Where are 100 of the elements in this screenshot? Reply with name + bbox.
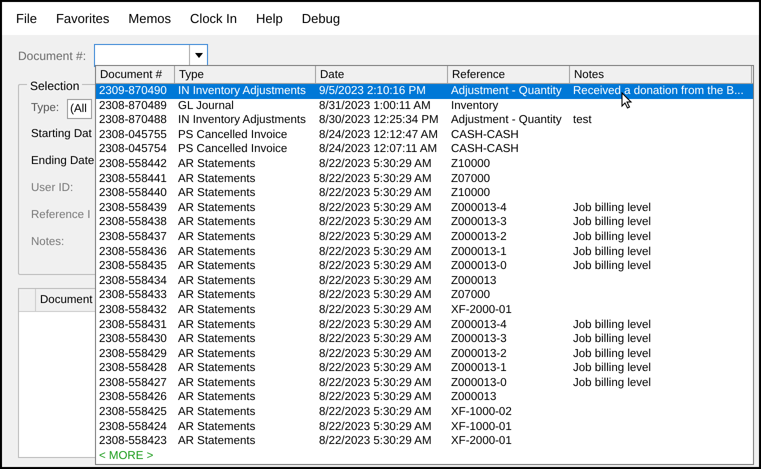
dropdown-row[interactable]: 2308-558426 AR Statements 8/22/2023 5:30:29 AM Z000013 [96, 390, 753, 406]
dropdown-row[interactable]: 2308-558432 AR Statements 8/22/2023 5:30:29 AM XF-2000-01 [96, 302, 753, 318]
column-header[interactable]: Type [175, 66, 316, 83]
table-cell-text: AR Statements [177, 172, 256, 186]
dropdown-row[interactable]: 2309-870490 IN Inventory Adjustments 9/5/2023 2:10:16 PM Adjustment - Quantity Received a donation from the B... [96, 84, 753, 99]
dropdown-row[interactable]: 2308-870489 GL Journal 8/31/2023 1:00:11 AM Inventory [96, 98, 753, 114]
table-cell-text: 2308-558435 [98, 259, 168, 274]
column-header[interactable]: Reference [448, 66, 570, 83]
table-cell-text: Z07000 [450, 172, 492, 186]
menu-item[interactable]: Debug [302, 8, 340, 28]
dropdown-row[interactable]: 2308-558440 AR Statements 8/22/2023 5:30:29 AM Z10000 [96, 186, 753, 201]
table-cell-text: 8/22/2023 5:30:29 AM [318, 376, 433, 390]
table-cell-text: 2308-558439 [98, 200, 168, 216]
table-cell-text: Z000013-3 [450, 215, 508, 230]
table-cell-text: 8/22/2023 5:30:29 AM [318, 318, 433, 332]
dropdown-row[interactable]: 2308-558423 AR Statements 8/22/2023 5:30:29 AM XF-2000-01 [96, 434, 753, 449]
table-cell-text: PS Cancelled Invoice [177, 142, 288, 157]
table-cell-text: Z000013-1 [450, 244, 508, 260]
table-cell-text: Job billing level [572, 318, 652, 332]
dropdown-row[interactable]: 2308-558427 AR Statements 8/22/2023 5:30:29 AM Z000013-0 Job billing level [96, 376, 753, 390]
dropdown-row[interactable]: 2308-558431 AR Statements 8/22/2023 5:30:29 AM Z000013-4 Job billing level [96, 318, 753, 332]
dropdown-row[interactable]: 2308-558434 AR Statements 8/22/2023 5:30:29 AM Z000013 [96, 274, 753, 288]
table-cell-text: AR Statements [177, 376, 256, 390]
dropdown-row[interactable]: 2308-558424 AR Statements 8/22/2023 5:30:29 AM XF-1000-01 [96, 420, 753, 434]
table-cell-text: Z000013-4 [450, 318, 508, 332]
dropdown-row[interactable]: 2308-045755 PS Cancelled Invoice 8/24/2023 12:12:47 AM CASH-CASH [96, 128, 753, 142]
table-cell-text: 8/31/2023 1:00:11 AM [318, 98, 432, 114]
dropdown-row[interactable]: 2308-558425 AR Statements 8/22/2023 5:30:29 AM XF-1000-02 [96, 405, 753, 420]
dropdown-row[interactable]: 2308-558430 AR Statements 8/22/2023 5:30:29 AM Z000013-3 Job billing level [96, 332, 753, 347]
table-cell-text: 2309-870490 [98, 84, 168, 99]
table-cell-text: PS Cancelled Invoice [177, 128, 288, 142]
dropdown-row[interactable]: 2308-558442 AR Statements 8/22/2023 5:30:29 AM Z10000 [96, 156, 753, 172]
table-cell-text: 2308-558428 [98, 361, 168, 376]
table-cell-text: 2308-870489 [98, 98, 168, 114]
table-cell-text: 8/22/2023 5:30:29 AM [318, 244, 433, 260]
table-cell-text: 8/22/2023 5:30:29 AM [318, 172, 433, 186]
table-cell-text: Z07000 [450, 288, 492, 303]
dropdown-row[interactable]: 2308-558429 AR Statements 8/22/2023 5:30:29 AM Z000013-2 Job billing level [96, 346, 753, 362]
dropdown-row[interactable]: 2308-558437 AR Statements 8/22/2023 5:30:29 AM Z000013-2 Job billing level [96, 230, 753, 245]
table-cell-text: 8/22/2023 5:30:29 AM [318, 434, 433, 449]
table-cell-text: 2308-558434 [98, 274, 168, 288]
dropdown-row[interactable]: 2308-558438 AR Statements 8/22/2023 5:30:29 AM Z000013-3 Job billing level [96, 215, 753, 230]
table-cell-text: 2308-558426 [98, 390, 168, 406]
table-cell-text: 2308-558440 [98, 186, 168, 201]
table-cell-text: 8/22/2023 5:30:29 AM [318, 420, 433, 434]
table-cell-text: 8/22/2023 5:30:29 AM [318, 288, 433, 303]
table-cell-text: 2308-558429 [98, 346, 168, 362]
table-cell-text: Adjustment - Quantity [450, 84, 563, 99]
dropdown-row[interactable]: 2308-558428 AR Statements 8/22/2023 5:30:29 AM Z000013-1 Job billing level [96, 361, 753, 376]
table-cell-text: Job billing level [572, 215, 652, 230]
table-cell-text: 8/30/2023 12:25:34 PM [318, 113, 440, 128]
table-cell-text: AR Statements [177, 302, 256, 318]
dropdown-row[interactable]: 2308-558435 AR Statements 8/22/2023 5:30:29 AM Z000013-0 Job billing level [96, 259, 753, 274]
table-cell-text: AR Statements [177, 318, 256, 332]
table-cell-text: 2308-558433 [98, 288, 168, 303]
table-cell-text: Z000013-0 [450, 259, 508, 274]
field-label: Starting Dat [31, 127, 92, 142]
more-link[interactable]: < MORE > [96, 448, 154, 464]
table-cell-text: XF-2000-01 [450, 434, 513, 449]
table-cell-text: 2308-558437 [98, 230, 168, 245]
column-header[interactable]: Document [36, 289, 92, 311]
menu-item[interactable]: Memos [128, 8, 172, 28]
dropdown-row[interactable]: 2308-558441 AR Statements 8/22/2023 5:30:29 AM Z07000 [96, 172, 753, 186]
table-cell-text: Inventory [450, 98, 500, 114]
dropdown-row[interactable]: 2308-870488 IN Inventory Adjustments 8/30/2023 12:25:34 PM Adjustment - Quantity test [96, 113, 753, 128]
table-cell-text: Job billing level [572, 376, 652, 390]
menu-item[interactable]: Clock In [190, 8, 238, 28]
dropdown-row[interactable]: 2308-045754 PS Cancelled Invoice 8/24/2023 12:07:11 AM CASH-CASH [96, 142, 753, 157]
table-cell-text: AR Statements [177, 274, 256, 288]
table-cell-text: 8/22/2023 5:30:29 AM [318, 156, 433, 172]
table-cell-text: Z10000 [450, 186, 492, 201]
table-cell-text: 8/24/2023 12:07:11 AM [318, 142, 438, 157]
column-header[interactable]: Document # [96, 66, 175, 83]
document-combo[interactable] [94, 44, 208, 67]
menu-item[interactable]: File [16, 8, 37, 28]
table-cell-text: Job billing level [572, 361, 652, 376]
table-cell-text: Z000013 [450, 274, 498, 288]
dropdown-row[interactable]: 2308-558433 AR Statements 8/22/2023 5:30:29 AM Z07000 [96, 288, 753, 303]
table-cell-text: Job billing level [572, 346, 652, 362]
column-header[interactable]: Notes [570, 66, 752, 83]
table-cell-text: 2308-045755 [98, 128, 168, 142]
table-cell-text: Z000013-4 [450, 200, 508, 216]
table-cell-text: AR Statements [177, 288, 256, 303]
menu-item[interactable]: Favorites [56, 8, 110, 28]
type-combo[interactable]: (All [67, 99, 92, 119]
table-cell-text: XF-1000-02 [450, 405, 513, 420]
table-cell-text: 2308-558432 [98, 302, 168, 318]
field-label: Notes: [31, 235, 64, 250]
menu-item[interactable]: Help [256, 8, 283, 28]
dropdown-row[interactable]: 2308-558436 AR Statements 8/22/2023 5:30:29 AM Z000013-1 Job billing level [96, 244, 753, 260]
table-cell-text: Job billing level [572, 244, 652, 260]
table-cell-text: AR Statements [177, 434, 256, 449]
table-cell-text: 2308-558427 [98, 376, 168, 390]
table-cell-text: Job billing level [572, 200, 652, 216]
table-cell-text: XF-2000-01 [450, 302, 513, 318]
table-cell-text: 8/22/2023 5:30:29 AM [318, 215, 433, 230]
column-header[interactable]: Date [316, 66, 448, 83]
dropdown-row[interactable]: 2308-558439 AR Statements 8/22/2023 5:30:29 AM Z000013-4 Job billing level [96, 200, 753, 216]
table-cell-text: AR Statements [177, 361, 256, 376]
table-cell-text: AR Statements [177, 332, 256, 347]
